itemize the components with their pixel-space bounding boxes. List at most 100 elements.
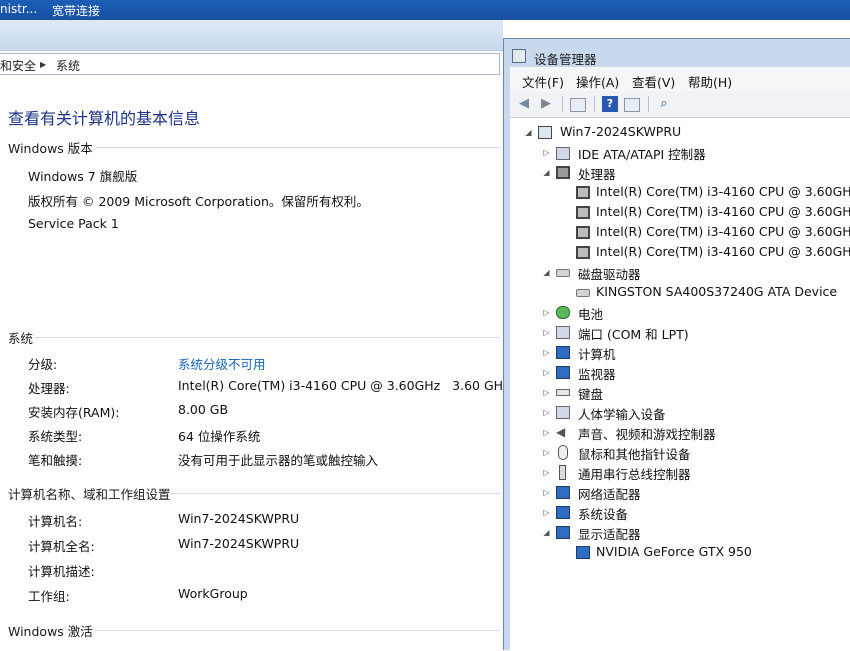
scan-hardware-icon[interactable]: ⌕ xyxy=(656,96,672,112)
rating-link[interactable]: 系统分级不可用 xyxy=(178,354,266,373)
collapse-icon[interactable]: ◢ xyxy=(542,528,551,537)
expand-icon[interactable]: ▷ xyxy=(542,308,551,317)
collapse-icon[interactable]: ◢ xyxy=(524,128,533,137)
ide-controller-icon xyxy=(556,147,570,160)
tree-label: Win7-2024SKWPRU xyxy=(560,124,682,139)
toolbar-separator xyxy=(594,96,595,112)
properties-icon[interactable] xyxy=(624,98,640,112)
ram-label: 安装内存(RAM): xyxy=(28,405,120,420)
tree-label: Intel(R) Core(TM) i3-4160 CPU @ 3.60GHz xyxy=(596,204,850,219)
tree-label: IDE ATA/ATAPI 控制器 xyxy=(578,147,706,162)
tree-label: 处理器 xyxy=(578,167,616,182)
breadcrumb-item-security[interactable]: 和安全 xyxy=(0,57,36,74)
menu-action[interactable]: 操作(A) xyxy=(576,72,619,91)
pen-touch-value: 没有可用于此显示器的笔或触控输入 xyxy=(178,453,379,468)
speaker-icon: ◀ xyxy=(556,425,566,439)
tree-label: Intel(R) Core(TM) i3-4160 CPU @ 3.60GHz xyxy=(596,184,850,199)
show-hide-tree-icon[interactable] xyxy=(570,98,586,112)
expand-icon[interactable]: ▷ xyxy=(542,148,551,157)
gpu-icon xyxy=(576,546,590,559)
battery-icon xyxy=(556,306,570,319)
device-tree: ◢ Win7-2024SKWPRU ▷ IDE ATA/ATAPI 控制器 ◢ … xyxy=(510,118,850,651)
network-adapter-icon xyxy=(556,486,570,499)
breadcrumb-item-system[interactable]: 系统 xyxy=(56,57,80,74)
service-pack: Service Pack 1 xyxy=(28,216,119,231)
collapse-icon[interactable]: ◢ xyxy=(542,268,551,277)
collapse-icon[interactable]: ◢ xyxy=(542,168,551,177)
computer-icon xyxy=(556,346,570,359)
workgroup-label: 工作组: xyxy=(28,589,70,604)
cpu-icon xyxy=(576,206,590,219)
disk-icon xyxy=(576,289,590,297)
toolbar-separator xyxy=(562,96,563,112)
tree-label: 电池 xyxy=(578,307,604,322)
section-divider xyxy=(96,147,500,148)
section-windows-edition: Windows 版本 xyxy=(8,141,93,156)
expand-icon[interactable]: ▷ xyxy=(542,328,551,337)
tree-label: 监视器 xyxy=(578,367,616,382)
expand-icon[interactable]: ▷ xyxy=(542,468,551,477)
processor-value: Intel(R) Core(TM) i3-4160 CPU @ 3.60GHz … xyxy=(178,378,510,393)
display-adapter-icon xyxy=(556,526,570,539)
disk-drive-icon xyxy=(556,269,570,277)
breadcrumb-arrow-icon[interactable]: ▶ xyxy=(40,60,46,69)
menu-help[interactable]: 帮助(H) xyxy=(688,72,732,91)
keyboard-icon xyxy=(556,389,570,396)
tree-label: 人体学输入设备 xyxy=(578,407,666,422)
tree-label: 通用串行总线控制器 xyxy=(578,467,691,482)
help-icon[interactable]: ? xyxy=(602,96,618,112)
tree-label: 鼠标和其他指针设备 xyxy=(578,447,691,462)
section-activation: Windows 激活 xyxy=(8,624,93,639)
cpu-icon xyxy=(576,226,590,239)
expand-icon[interactable]: ▷ xyxy=(542,368,551,377)
expand-icon[interactable]: ▷ xyxy=(542,428,551,437)
tree-label: 声音、视频和游戏控制器 xyxy=(578,427,716,442)
expand-icon[interactable]: ▷ xyxy=(542,488,551,497)
section-computer-name: 计算机名称、域和工作组设置 xyxy=(8,487,171,502)
address-bar[interactable]: 和安全 ▶ 系统 xyxy=(0,53,500,75)
back-icon[interactable]: ◀ xyxy=(516,96,532,112)
menu-bar: 文件(F) 操作(A) 查看(V) 帮助(H) xyxy=(510,67,850,91)
window-chrome xyxy=(0,20,503,51)
tree-label: KINGSTON SA400S37240G ATA Device xyxy=(596,284,838,299)
rating-label: 分级: xyxy=(28,357,58,372)
tree-label: 计算机 xyxy=(578,347,616,362)
system-info-window: 和安全 ▶ 系统 查看有关计算机的基本信息 Windows 版本 Windows… xyxy=(0,20,510,650)
tree-label: 磁盘驱动器 xyxy=(578,267,641,282)
device-manager-icon xyxy=(512,49,526,63)
tree-label: 显示适配器 xyxy=(578,527,641,542)
toolbar: ◀ ▶ ? ⌕ xyxy=(510,91,850,118)
window-title: 设备管理器 xyxy=(534,52,597,67)
full-name-label: 计算机全名: xyxy=(28,539,95,554)
system-device-icon xyxy=(556,506,570,519)
system-type-value: 64 位操作系统 xyxy=(178,429,261,444)
computer-icon xyxy=(538,126,552,139)
description-label: 计算机描述: xyxy=(28,564,95,579)
section-divider xyxy=(170,493,500,494)
expand-icon[interactable]: ▷ xyxy=(542,508,551,517)
tree-label: 系统设备 xyxy=(578,507,629,522)
port-icon xyxy=(556,326,570,339)
edition-name: Windows 7 旗舰版 xyxy=(28,169,138,184)
expand-icon[interactable]: ▷ xyxy=(542,408,551,417)
device-manager-window: 设备管理器 文件(F) 操作(A) 查看(V) 帮助(H) ◀ ▶ ? ⌕ ◢ … xyxy=(503,38,850,651)
connection-label[interactable]: 宽带连接 xyxy=(52,2,100,19)
full-name-value: Win7-2024SKWPRU xyxy=(178,536,300,551)
page-title: 查看有关计算机的基本信息 xyxy=(8,109,201,128)
expand-icon[interactable]: ▷ xyxy=(542,388,551,397)
menu-file[interactable]: 文件(F) xyxy=(522,72,564,91)
toolbar-separator xyxy=(648,96,649,112)
device-manager-title: 设备管理器 xyxy=(512,49,597,68)
tree-label: 端口 (COM 和 LPT) xyxy=(578,327,689,342)
title-strip: nistr... 宽带连接 xyxy=(0,0,850,20)
expand-icon[interactable]: ▷ xyxy=(542,448,551,457)
workgroup-value: WorkGroup xyxy=(178,586,248,601)
cpu-icon xyxy=(576,186,590,199)
section-divider xyxy=(94,630,500,631)
expand-icon[interactable]: ▷ xyxy=(542,348,551,357)
menu-view[interactable]: 查看(V) xyxy=(632,72,675,91)
tree-label: 网络适配器 xyxy=(578,487,641,502)
copyright-text: 版权所有 © 2009 Microsoft Corporation。保留所有权利… xyxy=(28,194,369,209)
tree-label: 键盘 xyxy=(578,387,604,402)
forward-icon[interactable]: ▶ xyxy=(538,96,554,112)
